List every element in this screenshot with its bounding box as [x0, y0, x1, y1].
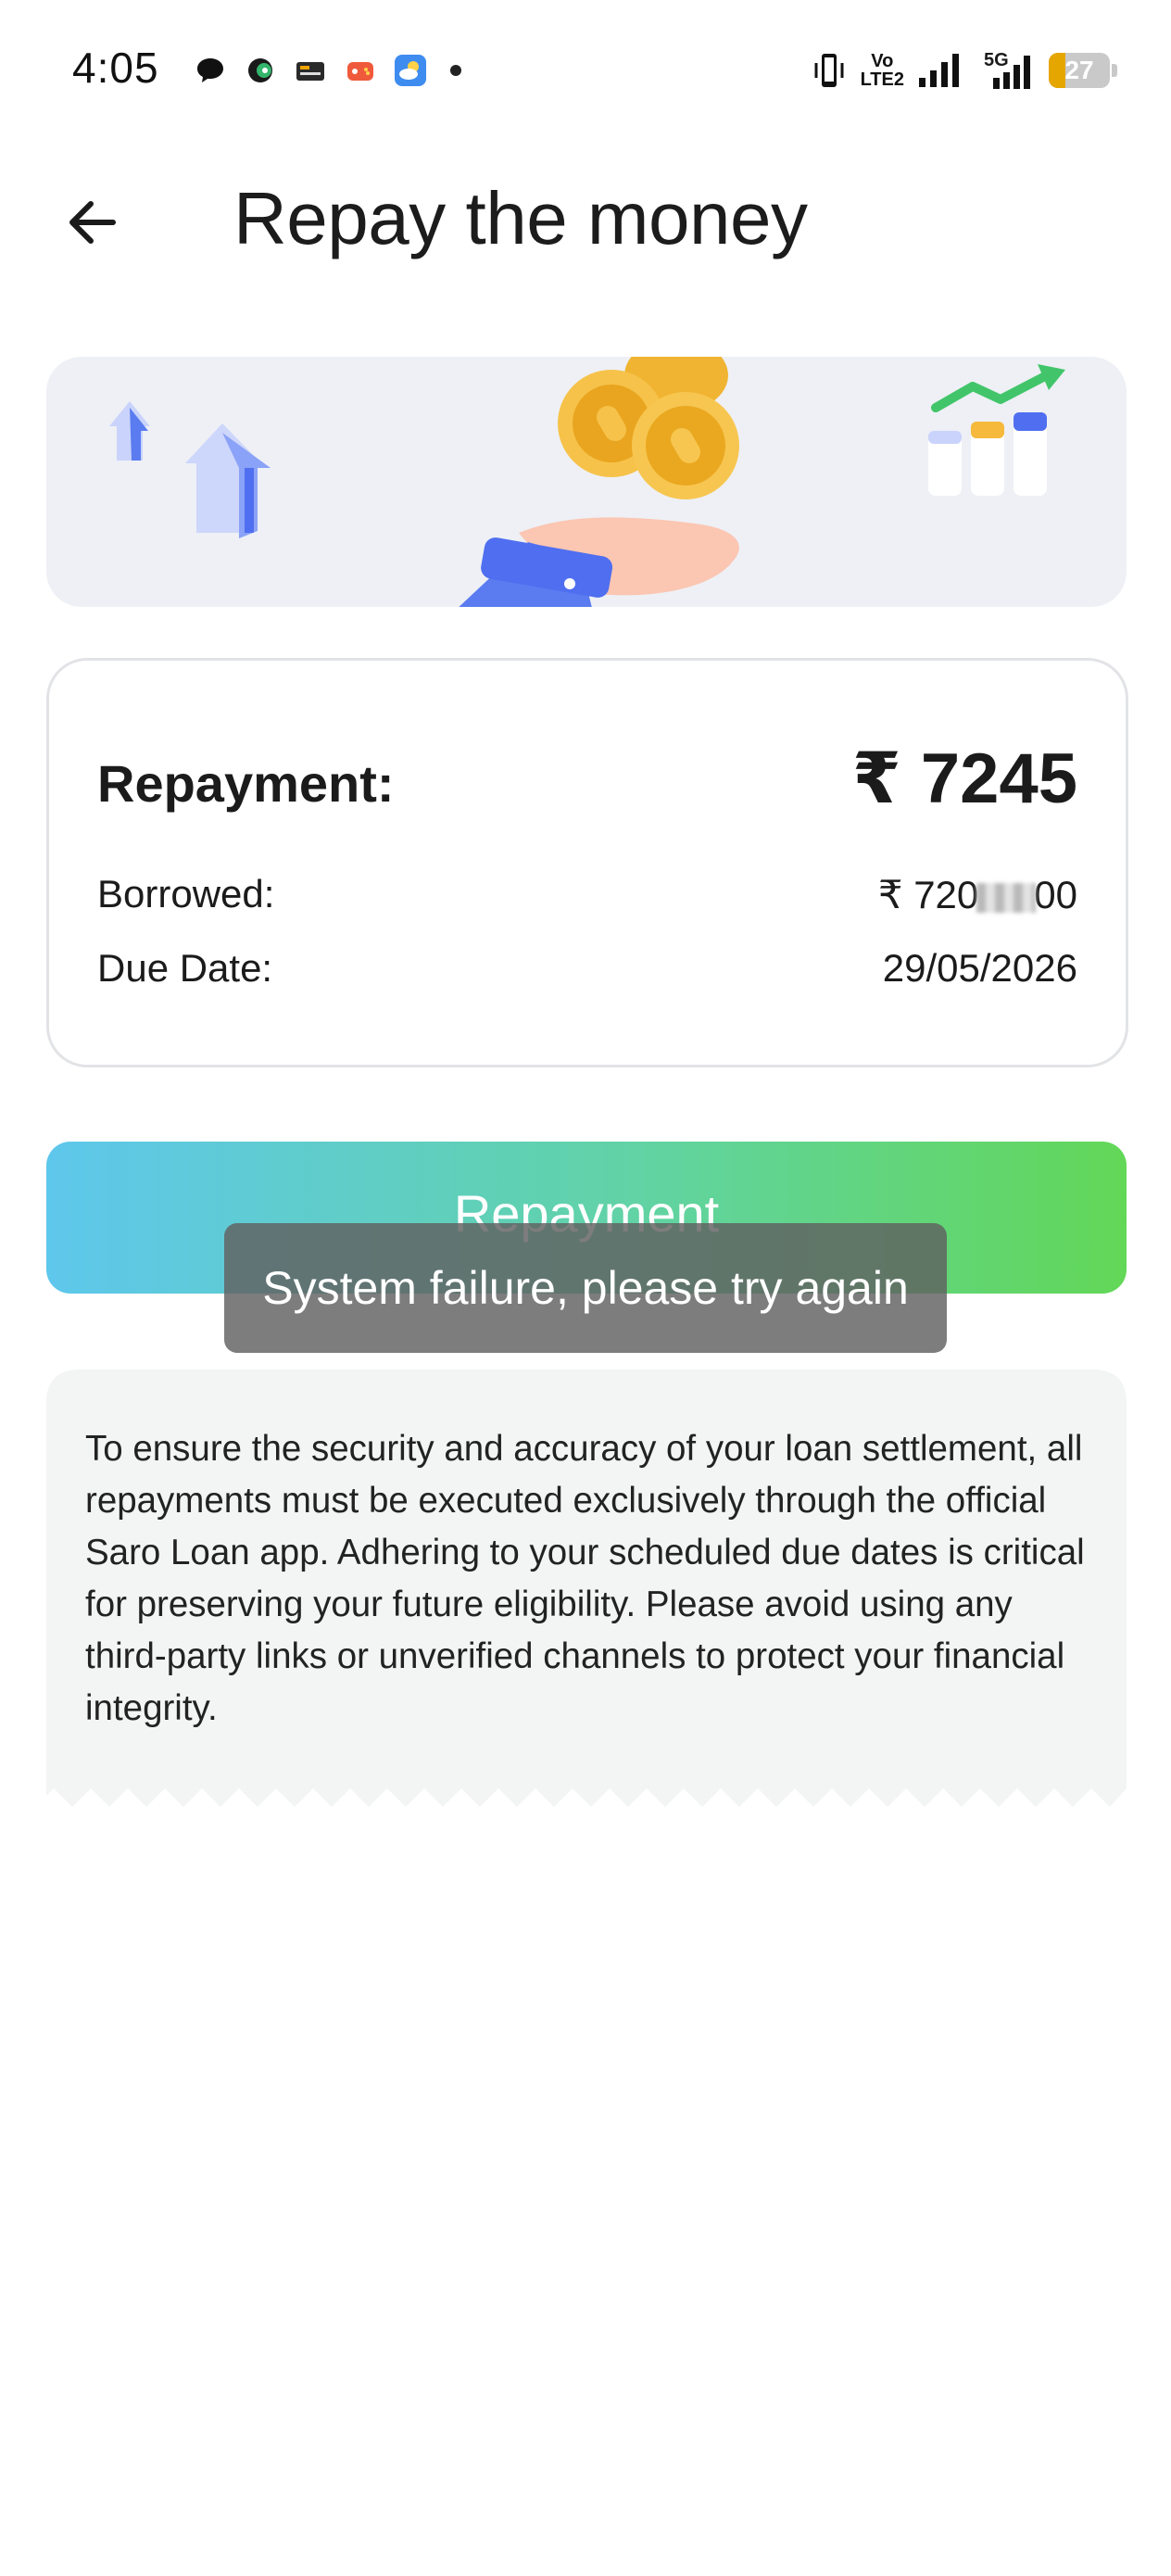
borrowed-label: Borrowed:	[97, 872, 275, 915]
signal-5g-indicator: 5G	[976, 50, 1036, 91]
weather-icon	[395, 55, 426, 86]
battery-fill	[1049, 53, 1065, 88]
hand-icon	[459, 517, 739, 607]
page-title: Repay the money	[233, 177, 808, 259]
repayment-banner	[46, 357, 1127, 607]
lte-label: LTE2	[860, 69, 904, 90]
notification-icons	[193, 52, 461, 89]
due-date-label: Due Date:	[97, 946, 273, 990]
battery-indicator: 27	[1049, 53, 1110, 88]
status-indicators: Vo LTE2 5G 27	[811, 48, 1117, 93]
repayment-summary-card: Repayment: ₹ 7245 Borrowed: ₹ 720 00 Due …	[46, 658, 1128, 1067]
status-bar: 4:05 Vo LTE2 5G 27	[0, 0, 1171, 139]
due-date-value: 29/05/2026	[882, 946, 1077, 990]
repayment-amount: ₹ 7245	[851, 739, 1077, 818]
redacted-digits	[976, 882, 1037, 913]
error-toast: System failure, please try again	[224, 1223, 947, 1353]
signal-5g-bars-icon	[993, 56, 1030, 89]
battery-level: 27	[1064, 56, 1094, 84]
coins-hand-illustration	[109, 357, 1065, 607]
security-notice: To ensure the security and accuracy of y…	[46, 1370, 1127, 1812]
small-house-icon	[109, 401, 150, 461]
status-time: 4:05	[72, 44, 159, 92]
chat-bubble-icon	[197, 58, 223, 82]
game-app-icon	[347, 62, 373, 81]
news-app-icon	[296, 62, 324, 81]
signal-icon	[919, 54, 959, 87]
house-icon	[185, 423, 271, 538]
volte-indicator: Vo LTE2	[861, 52, 904, 89]
growth-chart-icon	[928, 364, 1065, 496]
arrow-left-icon	[69, 201, 116, 244]
error-toast-message: System failure, please try again	[262, 1262, 909, 1314]
repayment-label: Repayment:	[97, 754, 395, 813]
back-button[interactable]	[56, 185, 130, 259]
borrowed-amount-prefix: ₹ 720	[877, 873, 979, 916]
app-logo-icon	[248, 58, 272, 82]
vibrate-icon	[814, 54, 844, 87]
volte-label: Vo	[871, 51, 894, 71]
borrowed-amount: ₹ 720 00	[878, 872, 1077, 917]
gold-coins-icon	[558, 357, 739, 499]
battery-tip	[1112, 64, 1117, 77]
notice-text: To ensure the security and accuracy of y…	[85, 1429, 1085, 1728]
more-notifications-dot	[450, 65, 461, 76]
borrowed-amount-suffix: 00	[1034, 873, 1077, 916]
